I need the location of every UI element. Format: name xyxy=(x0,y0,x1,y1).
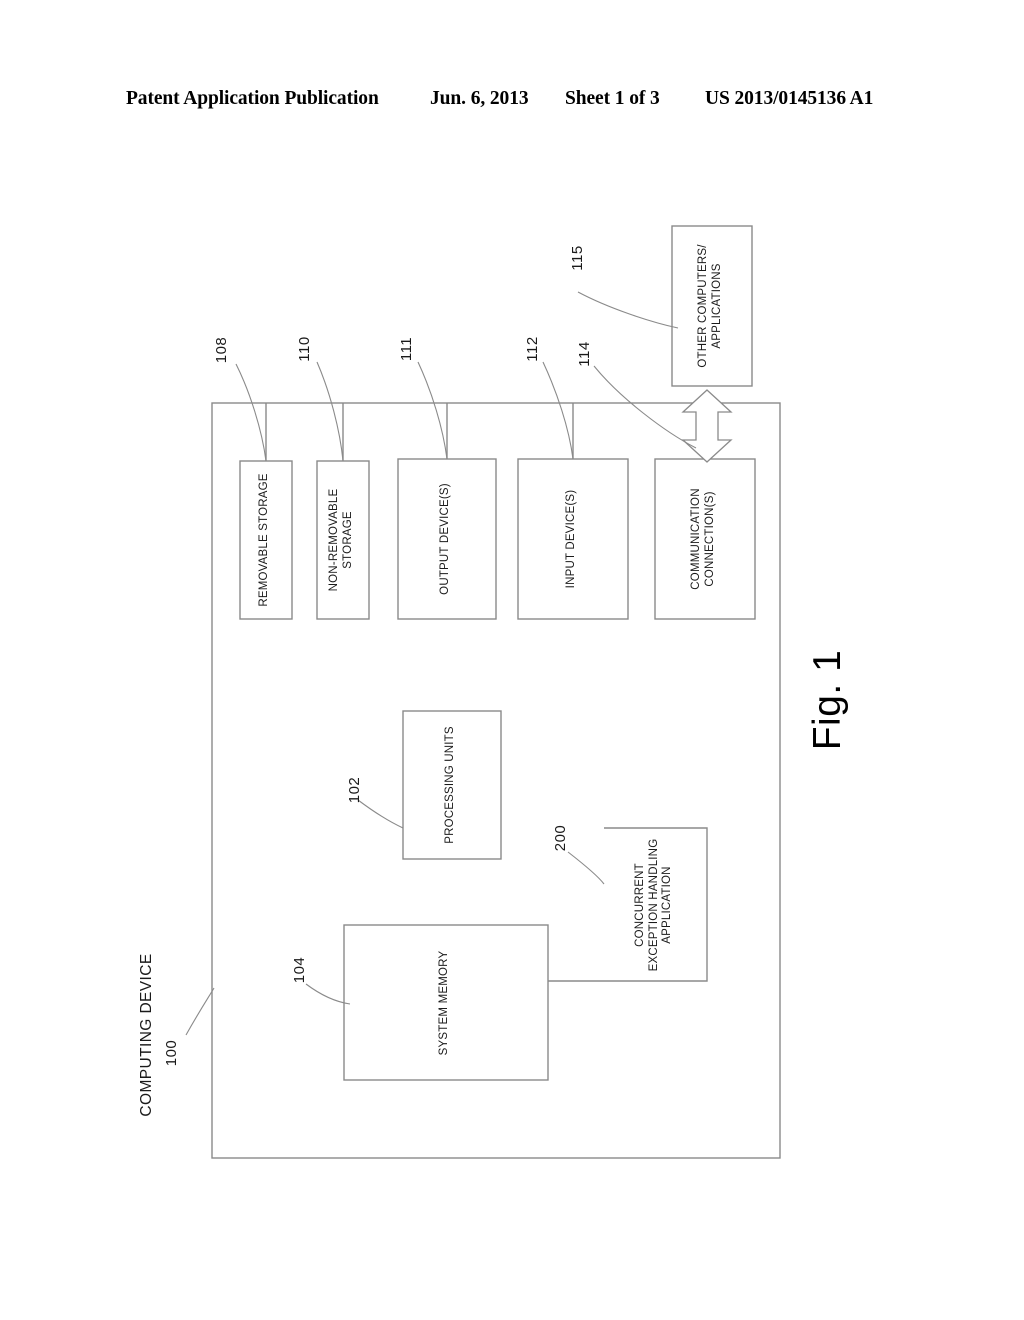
computing-device-label: COMPUTING DEVICE xyxy=(138,953,155,1117)
ref-numeral-100: 100 xyxy=(163,1039,180,1067)
leader-100 xyxy=(185,987,215,1036)
ref-numeral-114: 114 xyxy=(576,341,593,367)
ref-numeral-108: 108 xyxy=(213,336,230,364)
non-removable-storage-label: NON-REMOVABLE STORAGE xyxy=(328,488,354,592)
input-devices-label: INPUT DEVICE(S) xyxy=(565,489,577,589)
bidirectional-arrow xyxy=(681,389,733,463)
leader-200 xyxy=(567,851,605,885)
ref-numeral-112: 112 xyxy=(524,336,541,362)
ref-numeral-115: 115 xyxy=(569,245,586,271)
system-memory-label: SYSTEM MEMORY xyxy=(438,950,450,1056)
leader-111 xyxy=(417,361,448,460)
ref-numeral-110: 110 xyxy=(296,336,313,362)
leader-115 xyxy=(577,291,679,329)
other-computers-label: OTHER COMPUTERS/ APPLICATIONS xyxy=(697,244,723,368)
patent-figure-1: COMPUTING DEVICE REMOVABLE STORAGE NON-R… xyxy=(0,0,1024,1320)
ref-numeral-111: 111 xyxy=(398,336,415,362)
leader-114 xyxy=(593,365,697,449)
figure-caption: Fig. 1 xyxy=(806,649,849,751)
removable-storage-label: REMOVABLE STORAGE xyxy=(258,473,270,607)
ref-numeral-104: 104 xyxy=(291,956,308,984)
leader-110 xyxy=(316,361,344,462)
communication-connections-label: COMMUNICATION CONNECTION(S) xyxy=(690,488,716,590)
ref-numeral-200: 200 xyxy=(552,824,569,852)
leader-108 xyxy=(235,363,267,462)
ref-numeral-102: 102 xyxy=(346,776,363,804)
output-devices-label: OUTPUT DEVICE(S) xyxy=(439,483,451,595)
concurrent-exception-handling-application-label: CONCURRENT EXCEPTION HANDLING APPLICATIO… xyxy=(634,838,674,972)
leader-112 xyxy=(542,361,574,460)
leader-102 xyxy=(357,799,404,829)
processing-units-label: PROCESSING UNITS xyxy=(444,726,456,844)
